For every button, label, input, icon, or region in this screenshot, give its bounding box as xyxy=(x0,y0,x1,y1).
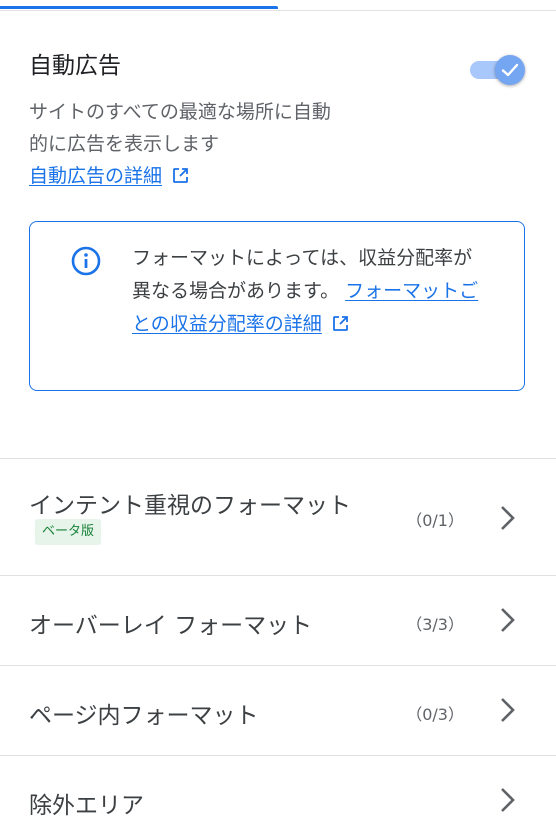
chevron-right-icon xyxy=(501,506,515,530)
external-link-icon xyxy=(173,168,188,183)
auto-ads-title: 自動広告 xyxy=(29,53,121,79)
description-line-2: 的に広告を表示します xyxy=(29,133,220,155)
info-text: フォーマットによっては、収益分配率が異なる場合があります。 フォーマットごとの収… xyxy=(132,242,482,341)
list-item-overlay-formats[interactable]: オーバーレイ フォーマット （3/3） xyxy=(0,575,556,666)
auto-ads-details-link[interactable]: 自動広告の詳細 xyxy=(29,165,162,187)
list-item-count: （0/1） xyxy=(406,511,464,530)
list-item-count: （3/3） xyxy=(406,615,464,634)
chevron-right-icon xyxy=(501,608,515,632)
list-item-label: 除外エリア xyxy=(29,793,144,819)
beta-badge: ベータ版 xyxy=(35,519,102,545)
list-item-intent-formats[interactable]: インテント重視のフォーマット ベータ版 （0/1） xyxy=(0,458,556,576)
check-icon xyxy=(501,63,519,77)
revenue-share-info-box: フォーマットによっては、収益分配率が異なる場合があります。 フォーマットごとの収… xyxy=(29,221,525,391)
chevron-right-icon xyxy=(501,788,515,812)
info-icon xyxy=(71,246,101,276)
auto-ads-description: サイトのすべての最適な場所に自動 的に広告を表示します 自動広告の詳細 xyxy=(29,96,409,192)
list-item-count: （0/3） xyxy=(406,705,464,724)
list-item-label: オーバーレイ フォーマット xyxy=(29,613,313,639)
tab-bar xyxy=(0,0,556,11)
external-link-icon xyxy=(332,316,348,331)
list-item-in-page-formats[interactable]: ページ内フォーマット （0/3） xyxy=(0,665,556,756)
active-tab-indicator xyxy=(0,6,278,9)
chevron-right-icon xyxy=(501,698,515,722)
auto-ads-toggle[interactable] xyxy=(470,52,530,86)
description-line-1: サイトのすべての最適な場所に自動 xyxy=(29,101,331,123)
list-item-label: ページ内フォーマット xyxy=(29,703,259,729)
toggle-knob xyxy=(495,55,525,85)
auto-ads-section: 自動広告 サイトのすべての最適な場所に自動 的に広告を表示します 自動広告の詳細 xyxy=(29,48,530,187)
list-item-label: インテント重視のフォーマット xyxy=(29,493,351,519)
list-item-excluded-areas[interactable]: 除外エリア xyxy=(0,755,556,819)
